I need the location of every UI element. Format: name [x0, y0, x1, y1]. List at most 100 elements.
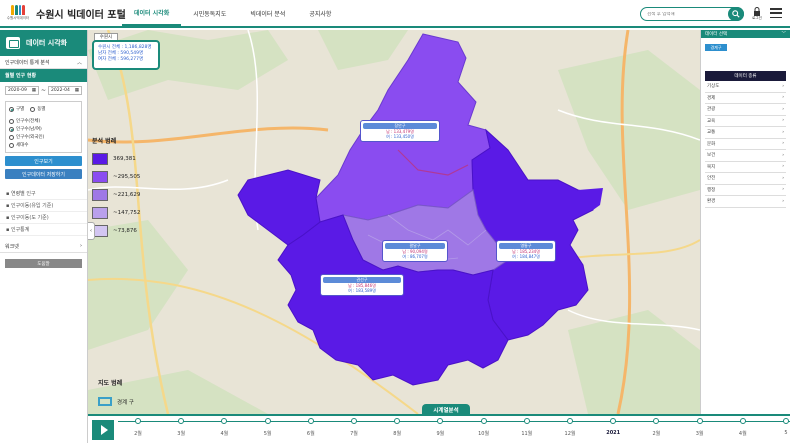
calendar-icon: ▦: [31, 88, 36, 93]
timeline-tick[interactable]: 3월: [166, 418, 196, 437]
timeline-tick[interactable]: 5: [771, 418, 790, 436]
category-transport[interactable]: 교통 ›: [705, 127, 786, 139]
radio-pop-total[interactable]: 인구수(전체): [9, 117, 78, 125]
timeline-tick[interactable]: 10월: [469, 418, 499, 437]
timeline-tick[interactable]: 4월: [209, 418, 239, 437]
right-panel-title: 데이터 선택: [705, 32, 728, 37]
search-button[interactable]: [728, 7, 744, 21]
timeline-track[interactable]: 2월 3월 4월 5월 6월 7월 8월 9월 10월 11월 12월 2021 2월 3월 4월 5: [118, 416, 790, 443]
timeline-tick[interactable]: 6월: [296, 418, 326, 437]
date-range: 2020-09 ▦ ~ 2022-04 ▦: [0, 82, 87, 99]
category-label: 문화: [707, 141, 716, 147]
map-canvas[interactable]: 장안구 남 : 133,479명 여 : 133,450명 팔달구 남 : 90…: [88, 30, 700, 414]
timeline-tick[interactable]: 12월: [555, 418, 585, 437]
tooltip-jangan: 장안구 남 : 133,479명 여 : 133,450명: [360, 120, 440, 142]
nav-data-visualization[interactable]: 데이터 시각화: [122, 0, 182, 26]
timeline-tick-label: 5: [784, 430, 788, 436]
search-input[interactable]: [647, 11, 725, 17]
link-migration-inflow[interactable]: ▪ 인구이동(유입 기준): [0, 200, 87, 212]
radio-pop-foreign[interactable]: 인구수(외국인): [9, 133, 78, 141]
worknet-label: 워크넷: [5, 243, 19, 250]
category-welfare[interactable]: 복지 ›: [705, 162, 786, 173]
timeline-tick[interactable]: 8월: [382, 418, 412, 437]
timeline-tick[interactable]: 9월: [425, 418, 455, 437]
timeline-tick[interactable]: 2월: [641, 418, 671, 437]
category-education[interactable]: 교육 ›: [705, 116, 786, 127]
chevron-right-icon: ›: [782, 83, 784, 89]
tooltip-yeongtong: 영통구 남 : 185,234명 여 : 184,847명: [496, 240, 556, 262]
timeline-bar: 시계열분석 2월 3월 4월 5월 6월 7월 8월 9월 10월 11월 12월 2021 2월 3월 4…: [88, 404, 790, 443]
link-age-population[interactable]: ▪ 연령별 인구: [0, 188, 87, 200]
nav-citizen-map[interactable]: 시민동독지도: [181, 0, 238, 26]
category-weather[interactable]: 기상도 ›: [705, 81, 786, 93]
timeline-tick[interactable]: 7월: [339, 418, 369, 437]
link-label: 연령별 인구: [10, 191, 36, 197]
link-label: 인구통계: [10, 227, 30, 233]
tooltip-female: 여 : 184,847명: [512, 254, 540, 259]
chevron-right-icon: ›: [782, 95, 784, 101]
date-separator: ~: [40, 87, 47, 94]
link-population-stats[interactable]: ▪ 인구통계: [0, 224, 87, 236]
top-header: 수원시빅데이터 수원시 빅데이터 포털 데이터 시각화 시민동독지도 빅데이터 …: [0, 0, 790, 28]
unit-radio-group: 구별 동별: [9, 105, 78, 113]
timeline-dot: [783, 418, 789, 424]
timeline-tick-label: 5월: [263, 431, 272, 437]
legend-label: ~73,876: [113, 228, 137, 234]
nav-notices[interactable]: 공지사항: [297, 0, 343, 26]
map-svg: [88, 30, 700, 414]
right-panel-heading[interactable]: 데이터 선택 ﹀: [701, 30, 790, 38]
timeline-tick-label: 12월: [564, 431, 576, 437]
chevron-right-icon: ›: [782, 106, 784, 112]
save-population-button[interactable]: 인구데이터 저장하기: [5, 169, 82, 179]
timeline-dot: [696, 418, 703, 424]
radio-dong[interactable]: 동별: [30, 105, 46, 113]
timeline-tick[interactable]: 5월: [253, 418, 283, 437]
collapse-sidebar-handle[interactable]: ‹: [88, 222, 95, 240]
boundary-tag[interactable]: 경계구: [705, 44, 727, 51]
login-label: 로그인: [752, 16, 762, 20]
lock-icon: [754, 7, 760, 16]
timeline-tick[interactable]: 4월: [728, 418, 758, 437]
legend-title: 분석 범례: [92, 138, 117, 145]
timeline-tick[interactable]: 2021: [598, 418, 628, 436]
radio-gu[interactable]: 구별: [9, 105, 24, 113]
play-button[interactable]: [92, 420, 114, 440]
radio-label: 인구수(외국인): [16, 135, 45, 140]
radio-dot: [9, 126, 14, 132]
help-button[interactable]: 도움말: [5, 259, 82, 268]
timeline-tick[interactable]: 3월: [685, 418, 715, 437]
chevron-right-icon: ›: [782, 187, 784, 193]
section-worknet[interactable]: 워크넷 ›: [0, 240, 87, 253]
site-logo[interactable]: 수원시빅데이터: [6, 2, 30, 24]
link-label: 인구이동(도 기준): [10, 215, 49, 221]
subsection-monthly[interactable]: 월별 인구 현황: [0, 69, 87, 82]
category-tourism[interactable]: 관광 ›: [705, 104, 786, 116]
category-environment[interactable]: 환경 ›: [705, 196, 786, 208]
site-title[interactable]: 수원시 빅데이터 포털: [36, 6, 126, 21]
category-culture[interactable]: 문화 ›: [705, 139, 786, 150]
radio-pop-gender[interactable]: 인구수(남/여): [9, 125, 78, 133]
view-population-button[interactable]: 인구보기: [5, 156, 82, 166]
legend-swatch: [92, 153, 108, 165]
nav-bigdata-analysis[interactable]: 빅데이터 분석: [238, 0, 297, 26]
timeline-tick-label: 8월: [393, 431, 402, 437]
sidebar-heading-label: 데이터 시각화: [26, 39, 68, 47]
link-migration-province[interactable]: ▪ 인구이동(도 기준): [0, 212, 87, 224]
radio-households[interactable]: 세대수: [9, 141, 78, 149]
section-population-stats[interactable]: 인구데이터 통계 분석 ︿: [0, 56, 87, 69]
date-from-input[interactable]: 2020-09 ▦: [5, 86, 39, 95]
date-to-input[interactable]: 2022-04 ▦: [48, 86, 82, 95]
category-safety[interactable]: 안전 ›: [705, 173, 786, 185]
category-administration[interactable]: 행정 ›: [705, 185, 786, 196]
time-series-tab[interactable]: 시계열분석: [422, 404, 470, 415]
category-health[interactable]: 보건 ›: [705, 150, 786, 162]
hamburger-menu-icon[interactable]: [770, 8, 782, 18]
timeline-tick-label: 9월: [436, 431, 445, 437]
legend-swatch: [92, 189, 108, 201]
timeline-tick[interactable]: 11월: [512, 418, 542, 437]
analysis-legend: 분석 범례 369,381 ~295,505 ~221,629 ~147,752…: [92, 136, 162, 246]
category-label: 기상도: [707, 84, 720, 90]
login-button[interactable]: 로그인: [752, 7, 762, 23]
category-economy[interactable]: 경제 ›: [705, 93, 786, 104]
timeline-tick[interactable]: 2월: [123, 418, 153, 437]
